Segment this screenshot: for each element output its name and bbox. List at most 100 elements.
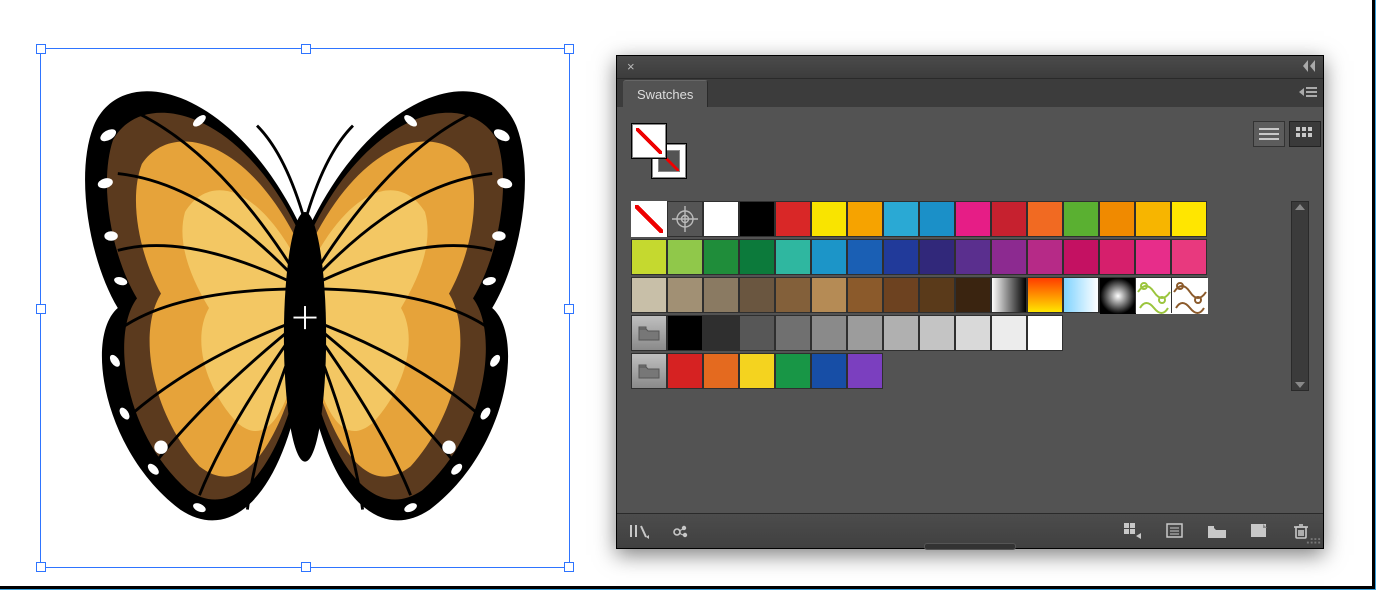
swatch-cell[interactable] — [703, 315, 739, 351]
swatch-cell[interactable] — [1135, 277, 1171, 313]
swatch-cell[interactable] — [919, 277, 955, 313]
tab-swatches[interactable]: Swatches — [623, 80, 708, 107]
list-view-button[interactable] — [1253, 121, 1285, 147]
swatch-cell[interactable] — [811, 201, 847, 237]
swatch-cell[interactable] — [847, 353, 883, 389]
swatch-cell[interactable] — [1099, 239, 1135, 275]
collapse-panel-icon[interactable] — [1295, 60, 1315, 72]
panel-tab-row: Swatches — [617, 79, 1323, 107]
swatch-cell[interactable] — [1027, 239, 1063, 275]
swatch-cell[interactable] — [955, 277, 991, 313]
panel-menu-icon[interactable] — [1299, 85, 1317, 99]
swatch-cell[interactable] — [739, 277, 775, 313]
swatch-cell[interactable] — [991, 315, 1027, 351]
scroll-down-icon[interactable] — [1295, 382, 1305, 388]
swatch-cell[interactable] — [631, 239, 667, 275]
swatch-cell[interactable] — [1027, 277, 1063, 313]
color-group-folder[interactable] — [631, 315, 667, 351]
swatch-cell[interactable] — [775, 353, 811, 389]
swatch-cell[interactable] — [667, 277, 703, 313]
new-swatch-icon[interactable] — [1247, 520, 1271, 542]
swatch-none[interactable] — [631, 201, 667, 237]
swatch-cell[interactable] — [1135, 239, 1171, 275]
swatch-cell[interactable] — [991, 277, 1027, 313]
swatch-cell[interactable] — [919, 315, 955, 351]
panel-drag-handle[interactable] — [924, 543, 1016, 550]
swatch-cell[interactable] — [883, 315, 919, 351]
handle-middle-left[interactable] — [36, 304, 46, 314]
resize-grip-icon[interactable]: ⣠⣤ — [1305, 529, 1320, 545]
swatch-cell[interactable] — [811, 239, 847, 275]
swatch-cell[interactable] — [775, 201, 811, 237]
swatch-cell[interactable] — [1099, 201, 1135, 237]
swatch-cell[interactable] — [883, 277, 919, 313]
swatch-cell[interactable] — [1099, 277, 1135, 313]
fill-stroke-indicator[interactable] — [631, 123, 687, 179]
new-folder-icon[interactable] — [1205, 520, 1229, 542]
panel-titlebar[interactable]: × — [617, 56, 1323, 79]
swatch-cell[interactable] — [847, 315, 883, 351]
swatch-cell[interactable] — [955, 315, 991, 351]
swatch-cell[interactable] — [703, 239, 739, 275]
scroll-up-icon[interactable] — [1295, 204, 1305, 210]
canvas-area[interactable]: × Swatches — [0, 0, 1376, 590]
swatch-cell[interactable] — [703, 353, 739, 389]
swatch-cell[interactable] — [919, 239, 955, 275]
swatch-cell[interactable] — [667, 239, 703, 275]
grid-view-button[interactable] — [1289, 121, 1321, 147]
swatch-cell[interactable] — [775, 277, 811, 313]
swatch-cell[interactable] — [1027, 201, 1063, 237]
swatch-cell[interactable] — [811, 353, 847, 389]
swatch-cell[interactable] — [1063, 277, 1099, 313]
swatch-cell[interactable] — [739, 201, 775, 237]
artwork-butterfly[interactable] — [60, 68, 550, 548]
swatch-cell[interactable] — [1171, 277, 1207, 313]
swatch-cell[interactable] — [739, 353, 775, 389]
swatch-options-icon[interactable] — [1121, 520, 1145, 542]
swatch-cell[interactable] — [739, 239, 775, 275]
swatch-cell[interactable] — [1063, 239, 1099, 275]
swatch-registration[interactable] — [667, 201, 703, 237]
new-swatch-list-icon[interactable] — [1163, 520, 1187, 542]
swatches-panel[interactable]: × Swatches — [616, 55, 1324, 549]
color-group-folder[interactable] — [631, 353, 667, 389]
swatch-cell[interactable] — [667, 315, 703, 351]
swatch-cell[interactable] — [775, 315, 811, 351]
swatch-cell[interactable] — [955, 201, 991, 237]
swatch-cell[interactable] — [847, 277, 883, 313]
swatch-cell[interactable] — [703, 277, 739, 313]
swatch-cell[interactable] — [667, 353, 703, 389]
swatch-cell[interactable] — [919, 201, 955, 237]
handle-top-right[interactable] — [564, 44, 574, 54]
handle-bottom-middle[interactable] — [301, 562, 311, 572]
swatch-cell[interactable] — [847, 239, 883, 275]
swatch-cell[interactable] — [847, 201, 883, 237]
swatch-cell[interactable] — [811, 315, 847, 351]
scrollbar[interactable] — [1291, 201, 1309, 391]
close-icon[interactable]: × — [627, 59, 635, 74]
selection-bounding-box[interactable] — [40, 48, 570, 568]
swatch-cell[interactable] — [1135, 201, 1171, 237]
fill-swatch[interactable] — [631, 123, 667, 159]
swatch-cell[interactable] — [703, 201, 739, 237]
handle-bottom-right[interactable] — [564, 562, 574, 572]
handle-bottom-left[interactable] — [36, 562, 46, 572]
handle-top-left[interactable] — [36, 44, 46, 54]
swatch-cell[interactable] — [1171, 201, 1207, 237]
handle-middle-right[interactable] — [564, 304, 574, 314]
swatch-cell[interactable] — [631, 277, 667, 313]
swatch-cell[interactable] — [1027, 315, 1063, 351]
swatch-cell[interactable] — [955, 239, 991, 275]
swatch-cell[interactable] — [811, 277, 847, 313]
swatch-cell[interactable] — [739, 315, 775, 351]
handle-top-middle[interactable] — [301, 44, 311, 54]
swatch-cell[interactable] — [1171, 239, 1207, 275]
library-icon[interactable] — [627, 520, 651, 542]
swatch-cell[interactable] — [991, 239, 1027, 275]
swatch-cell[interactable] — [991, 201, 1027, 237]
color-group-icon[interactable] — [669, 520, 693, 542]
swatch-cell[interactable] — [775, 239, 811, 275]
swatch-cell[interactable] — [1063, 201, 1099, 237]
swatch-cell[interactable] — [883, 201, 919, 237]
swatch-cell[interactable] — [883, 239, 919, 275]
